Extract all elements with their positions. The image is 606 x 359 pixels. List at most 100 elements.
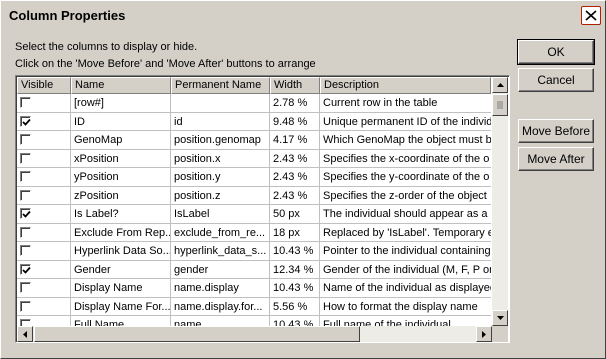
width-cell: 12.34 % bbox=[270, 260, 320, 278]
name-cell: ID bbox=[71, 112, 171, 130]
description-cell: Specifies the y-coordinate of the o bbox=[323, 171, 490, 183]
header-description[interactable]: Description bbox=[320, 77, 491, 94]
horizontal-scroll-thumb[interactable] bbox=[34, 326, 360, 342]
checkmark-icon bbox=[22, 266, 31, 274]
visible-cell bbox=[17, 186, 71, 204]
visible-checkbox[interactable] bbox=[20, 152, 31, 164]
visible-cell bbox=[17, 168, 71, 186]
description-cell: Replaced by 'IsLabel'. Temporary e bbox=[323, 226, 491, 239]
visible-cell bbox=[17, 260, 71, 278]
header-visible[interactable]: Visible bbox=[17, 77, 71, 94]
name-cell: xPosition bbox=[71, 149, 171, 167]
name-cell: Gender bbox=[71, 260, 171, 278]
permanent-name-cell: id bbox=[171, 112, 270, 130]
name-cell: Hyperlink Data So... bbox=[71, 242, 171, 260]
columns-list[interactable]: Visible Name Permanent Name Width Descri… bbox=[15, 75, 510, 343]
permanent-name-cell: position.x bbox=[171, 149, 270, 167]
name-cell: yPosition bbox=[71, 168, 171, 186]
checkmark-icon bbox=[22, 210, 31, 218]
description-cell: Pointer to the individual containing t bbox=[323, 245, 491, 257]
scroll-down-button[interactable] bbox=[492, 310, 508, 326]
table-row[interactable]: zPosition position.z 2.43 % Specifies the z… bbox=[17, 186, 491, 205]
table-row[interactable]: Is Label? IsLabel 50 px The individual shou… bbox=[17, 205, 491, 224]
permanent-name-cell: position.y bbox=[171, 168, 270, 186]
description-cell: Current row in the table bbox=[323, 97, 438, 109]
table-row[interactable]: Gender gender 12.34 % Gender of the individ… bbox=[17, 260, 491, 279]
visible-checkbox[interactable] bbox=[20, 134, 31, 145]
description-cell: Gender of the individual (M, F, P or bbox=[323, 263, 491, 276]
width-cell: 9.48 % bbox=[270, 112, 320, 130]
description-cell: Which GenoMap the object must be bbox=[323, 134, 491, 146]
permanent-name-cell: IsLabel bbox=[171, 205, 270, 223]
table-row[interactable]: Display Name name.display 10.43 % Name of t… bbox=[17, 279, 491, 298]
name-cell: [row#] bbox=[71, 94, 171, 112]
width-cell: 2.43 % bbox=[270, 149, 320, 167]
visible-checkbox[interactable] bbox=[20, 97, 31, 108]
arrow-down-icon bbox=[496, 316, 504, 320]
scroll-right-button[interactable] bbox=[476, 326, 492, 342]
table-row[interactable]: Display Name For... name.display.for... 5.… bbox=[17, 297, 491, 316]
ok-button[interactable]: OK bbox=[517, 39, 595, 65]
width-cell: 18 px bbox=[270, 223, 320, 241]
checkmark-icon bbox=[22, 118, 31, 126]
table-row[interactable]: Exclude From Rep... exclude_from_re... 18 … bbox=[17, 223, 491, 242]
arrow-up-icon bbox=[496, 83, 504, 87]
visible-cell bbox=[17, 223, 71, 241]
visible-checkbox[interactable] bbox=[20, 115, 31, 127]
scrollbar-corner bbox=[492, 326, 508, 342]
scroll-up-button[interactable] bbox=[492, 77, 508, 93]
name-cell: GenoMap bbox=[71, 131, 171, 149]
visible-checkbox[interactable] bbox=[20, 208, 31, 219]
list-body: [row#] 2.78 % Current row in the table ID id… bbox=[17, 94, 491, 335]
visible-checkbox[interactable] bbox=[20, 300, 31, 312]
width-cell: 2.43 % bbox=[270, 186, 320, 204]
scroll-left-button[interactable] bbox=[17, 326, 33, 342]
table-row[interactable]: yPosition position.y 2.43 % Specifies the y… bbox=[17, 168, 491, 187]
permanent-name-cell: name.display bbox=[171, 279, 270, 297]
permanent-name-cell: position.genomap bbox=[171, 131, 270, 149]
name-cell: Display Name bbox=[71, 279, 171, 297]
visible-cell bbox=[17, 94, 71, 112]
visible-cell bbox=[17, 112, 71, 130]
visible-checkbox[interactable] bbox=[20, 226, 31, 238]
header-name[interactable]: Name bbox=[71, 77, 171, 94]
table-row[interactable]: [row#] 2.78 % Current row in the table bbox=[17, 94, 491, 113]
instruction-line-1: Select the columns to display or hide. bbox=[15, 41, 198, 53]
vertical-scroll-thumb[interactable] bbox=[492, 94, 508, 116]
visible-checkbox[interactable] bbox=[20, 189, 31, 201]
vertical-scrollbar[interactable] bbox=[492, 77, 508, 326]
visible-checkbox[interactable] bbox=[20, 171, 31, 182]
header-width[interactable]: Width bbox=[270, 77, 320, 94]
table-row[interactable]: xPosition position.x 2.43 % Specifies the x… bbox=[17, 149, 491, 168]
visible-checkbox[interactable] bbox=[20, 245, 31, 256]
permanent-name-cell bbox=[171, 94, 270, 112]
name-cell: Exclude From Rep... bbox=[71, 223, 171, 241]
visible-checkbox[interactable] bbox=[20, 282, 31, 293]
visible-cell bbox=[17, 205, 71, 223]
close-icon bbox=[585, 10, 597, 21]
horizontal-scrollbar[interactable] bbox=[17, 326, 492, 342]
description-cell: The individual should appear as a l bbox=[323, 208, 491, 220]
visible-cell bbox=[17, 149, 71, 167]
width-cell: 5.56 % bbox=[270, 297, 320, 315]
permanent-name-cell: gender bbox=[171, 260, 270, 278]
cancel-button[interactable]: Cancel bbox=[518, 68, 594, 92]
table-row[interactable]: Hyperlink Data So... hyperlink_data_s... 1… bbox=[17, 242, 491, 261]
visible-cell bbox=[17, 297, 71, 315]
title-bar[interactable]: Column Properties bbox=[3, 3, 603, 27]
table-row[interactable]: GenoMap position.genomap 4.17 % Which GenoM… bbox=[17, 131, 491, 150]
permanent-name-cell: hyperlink_data_s... bbox=[171, 242, 270, 260]
visible-checkbox[interactable] bbox=[20, 263, 31, 275]
header-permanent-name[interactable]: Permanent Name bbox=[171, 77, 270, 94]
move-after-button[interactable]: Move After bbox=[518, 147, 594, 171]
width-cell: 50 px bbox=[270, 205, 320, 223]
visible-cell bbox=[17, 279, 71, 297]
table-row[interactable]: ID id 9.48 % Unique permanent ID of the ind… bbox=[17, 112, 491, 131]
move-before-button[interactable]: Move Before bbox=[518, 119, 594, 143]
width-cell: 2.43 % bbox=[270, 168, 320, 186]
width-cell: 2.78 % bbox=[270, 94, 320, 112]
name-cell: zPosition bbox=[71, 186, 171, 204]
width-cell: 10.43 % bbox=[270, 242, 320, 260]
description-cell: Name of the individual as displayed bbox=[323, 282, 491, 294]
close-button[interactable] bbox=[581, 6, 601, 25]
